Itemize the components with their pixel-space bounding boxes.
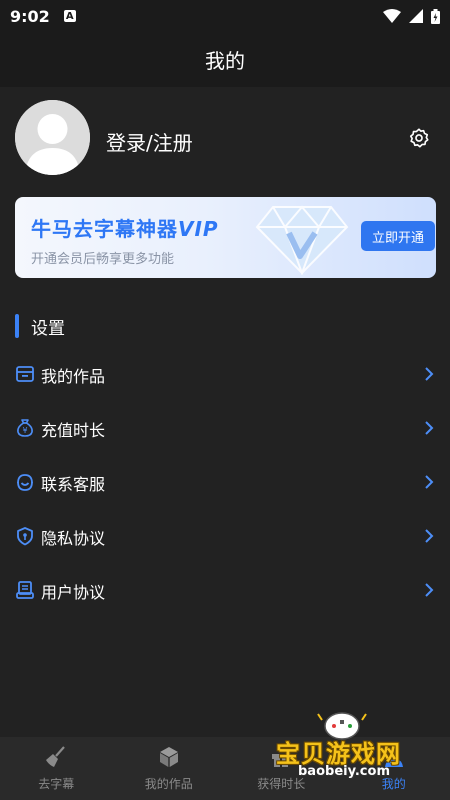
vip-title-main: 牛马去字幕神器 bbox=[31, 217, 178, 241]
headset-icon bbox=[17, 474, 33, 491]
chevron-right-icon bbox=[425, 367, 434, 381]
menu-item-customer-service[interactable]: 联系客服 bbox=[0, 455, 450, 509]
archive-box-icon bbox=[16, 366, 34, 382]
status-bar: 9:02 A bbox=[0, 0, 450, 32]
broom-icon bbox=[46, 746, 66, 767]
menu-item-user-agreement[interactable]: 用户协议 bbox=[0, 563, 450, 617]
menu-item-label: 联系客服 bbox=[41, 475, 106, 494]
cube-icon bbox=[159, 747, 178, 767]
app-header: 我的 bbox=[0, 32, 450, 87]
vip-title-vip: VIP bbox=[178, 217, 219, 241]
settings-title: 设置 bbox=[31, 318, 65, 339]
signal-icon bbox=[409, 9, 423, 23]
watermark-url: baobeiy.com bbox=[298, 764, 390, 779]
status-time: 9:02 bbox=[10, 6, 50, 26]
login-register-link[interactable]: 登录/注册 bbox=[106, 127, 193, 156]
settings-header: 设置 bbox=[15, 312, 65, 340]
battery-icon bbox=[431, 8, 440, 24]
avatar[interactable] bbox=[15, 100, 90, 175]
document-icon bbox=[16, 581, 34, 599]
money-bag-icon: ¥ bbox=[17, 419, 33, 437]
menu-item-label: 隐私协议 bbox=[41, 529, 106, 548]
gear-icon[interactable] bbox=[408, 127, 430, 149]
vip-title: 牛马去字幕神器VIP bbox=[31, 213, 219, 242]
menu-item-privacy[interactable]: 隐私协议 bbox=[0, 509, 450, 563]
nav-label: 我的作品 bbox=[144, 777, 193, 791]
menu-item-my-works[interactable]: 我的作品 bbox=[0, 347, 450, 401]
chevron-right-icon bbox=[425, 583, 434, 597]
nav-item-remove-subtitles[interactable]: 去字幕 bbox=[0, 737, 113, 800]
nav-item-my-works[interactable]: 我的作品 bbox=[113, 737, 226, 800]
vip-subtitle: 开通会员后畅享更多功能 bbox=[31, 252, 175, 267]
menu-item-recharge[interactable]: ¥ 充值时长 bbox=[0, 401, 450, 455]
notification-a-icon: A bbox=[63, 10, 76, 22]
nav-label: 去字幕 bbox=[38, 777, 75, 791]
wifi-icon bbox=[383, 9, 401, 23]
menu-item-label: 用户协议 bbox=[41, 583, 106, 602]
page-title: 我的 bbox=[205, 49, 245, 73]
shield-icon bbox=[17, 527, 33, 546]
section-accent-bar bbox=[15, 314, 19, 338]
profile-section: 登录/注册 bbox=[0, 87, 450, 192]
subscribe-button[interactable]: 立即开通 bbox=[361, 221, 435, 251]
watermark: 宝贝游戏网 baobeiy.com bbox=[270, 706, 420, 786]
menu-item-label: 充值时长 bbox=[41, 421, 106, 440]
vip-banner[interactable]: 牛马去字幕神器VIP 开通会员后畅享更多功能 立即开通 bbox=[15, 197, 436, 278]
default-avatar-icon bbox=[15, 100, 90, 175]
chevron-right-icon bbox=[425, 421, 434, 435]
chevron-right-icon bbox=[425, 475, 434, 489]
status-icons bbox=[383, 8, 440, 24]
diamond-icon bbox=[255, 205, 349, 275]
chevron-right-icon bbox=[425, 529, 434, 543]
svg-text:¥: ¥ bbox=[22, 426, 27, 435]
menu-item-label: 我的作品 bbox=[41, 367, 106, 386]
